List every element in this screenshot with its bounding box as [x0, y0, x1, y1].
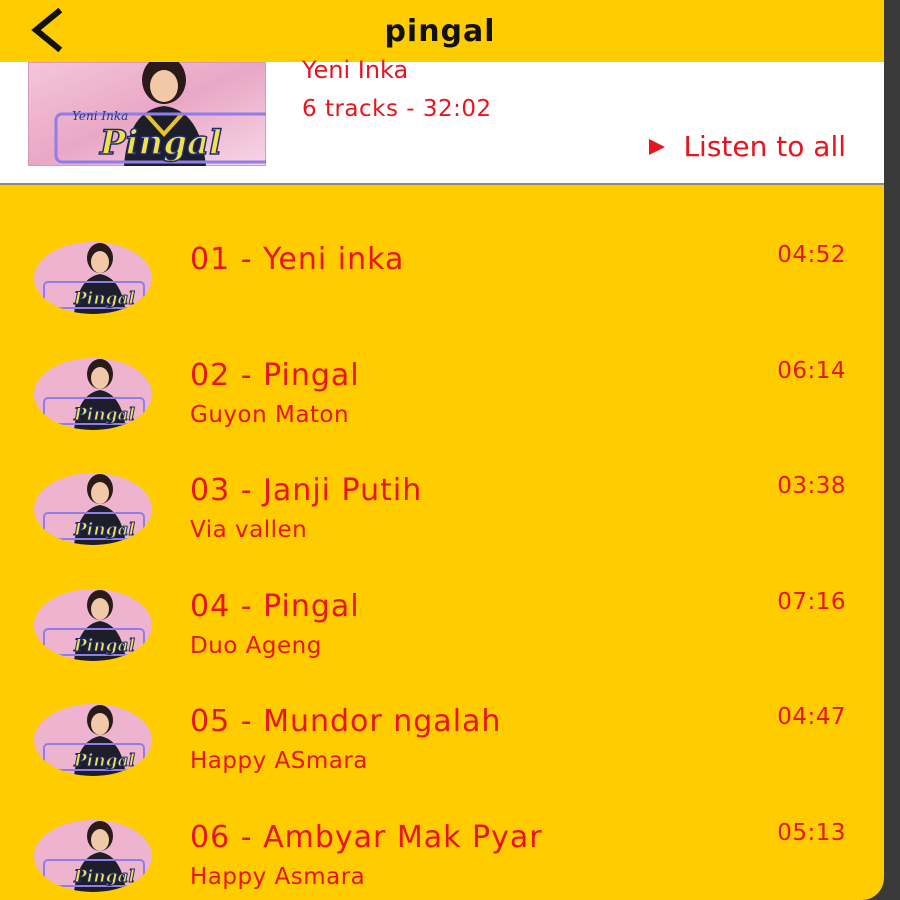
- track-row[interactable]: Pingal 03 - Janji Putih Via vallen 03:38: [0, 461, 884, 577]
- album-artist: Yeni Inka: [302, 56, 409, 84]
- svg-text:Pingal: Pingal: [73, 520, 136, 540]
- svg-text:Pingal: Pingal: [73, 636, 136, 656]
- track-row[interactable]: Pingal 02 - Pingal Guyon Maton 06:14: [0, 346, 884, 462]
- track-thumbnail: Pingal: [34, 588, 152, 661]
- album-meta: 6 tracks - 32:02: [302, 96, 492, 122]
- track-title: 06 - Ambyar Mak Pyar: [190, 819, 543, 855]
- track-thumbnail: Pingal: [34, 819, 152, 892]
- play-icon: [649, 138, 666, 155]
- track-thumbnail: Pingal: [34, 242, 152, 314]
- window-edge: [884, 0, 900, 900]
- track-row[interactable]: Pingal 05 - Mundor ngalah Happy ASmara 0…: [0, 692, 884, 808]
- album-header-card: Yeni Inka Pingal Yeni Inka 6 tracks - 32…: [0, 56, 884, 185]
- track-title: 02 - Pingal: [190, 357, 360, 393]
- track-row[interactable]: Pingal 01 - Yeni inka 04:52: [0, 230, 884, 346]
- track-title: 03 - Janji Putih: [190, 473, 423, 508]
- track-duration: 06:14: [777, 357, 846, 384]
- track-row[interactable]: Pingal 06 - Ambyar Mak Pyar Happy Asmara…: [0, 808, 884, 900]
- track-artist: Duo Ageng: [190, 632, 322, 659]
- app-screen: pingal Yeni Inka Pingal Yeni Inka 6 trac…: [0, 0, 884, 900]
- track-artist: Via vallen: [190, 517, 308, 543]
- top-app-bar: pingal: [0, 0, 884, 62]
- track-row[interactable]: Pingal 04 - Pingal Duo Ageng 07:16: [0, 577, 884, 693]
- track-duration: 07:16: [777, 588, 846, 615]
- track-title: 01 - Yeni inka: [190, 242, 405, 277]
- cover-small-text: Yeni Inka: [72, 109, 128, 123]
- cover-title-text: Pingal: [99, 123, 222, 163]
- track-list: Pingal 01 - Yeni inka 04:52 Pingal 02 - …: [0, 230, 884, 900]
- track-thumbnail: Pingal: [34, 357, 152, 430]
- track-thumbnail: Pingal: [34, 473, 152, 545]
- track-duration: 04:52: [777, 242, 846, 268]
- track-duration: 03:38: [777, 473, 846, 499]
- svg-text:Pingal: Pingal: [73, 751, 136, 771]
- svg-text:Pingal: Pingal: [73, 867, 136, 887]
- track-artist: Happy Asmara: [190, 863, 366, 890]
- track-title: 05 - Mundor ngalah: [190, 704, 502, 739]
- album-cover: Yeni Inka Pingal: [28, 62, 266, 166]
- listen-to-all-button[interactable]: Listen to all: [649, 130, 846, 163]
- page-title: pingal: [384, 14, 496, 49]
- track-artist: Happy ASmara: [190, 748, 368, 774]
- track-artist: Guyon Maton: [190, 401, 350, 428]
- listen-to-all-label: Listen to all: [683, 130, 846, 163]
- track-duration: 04:47: [777, 704, 846, 730]
- svg-text:Pingal: Pingal: [73, 289, 136, 309]
- svg-text:Pingal: Pingal: [73, 405, 136, 425]
- track-duration: 05:13: [777, 819, 846, 846]
- track-thumbnail: Pingal: [34, 704, 152, 776]
- track-title: 04 - Pingal: [190, 588, 360, 624]
